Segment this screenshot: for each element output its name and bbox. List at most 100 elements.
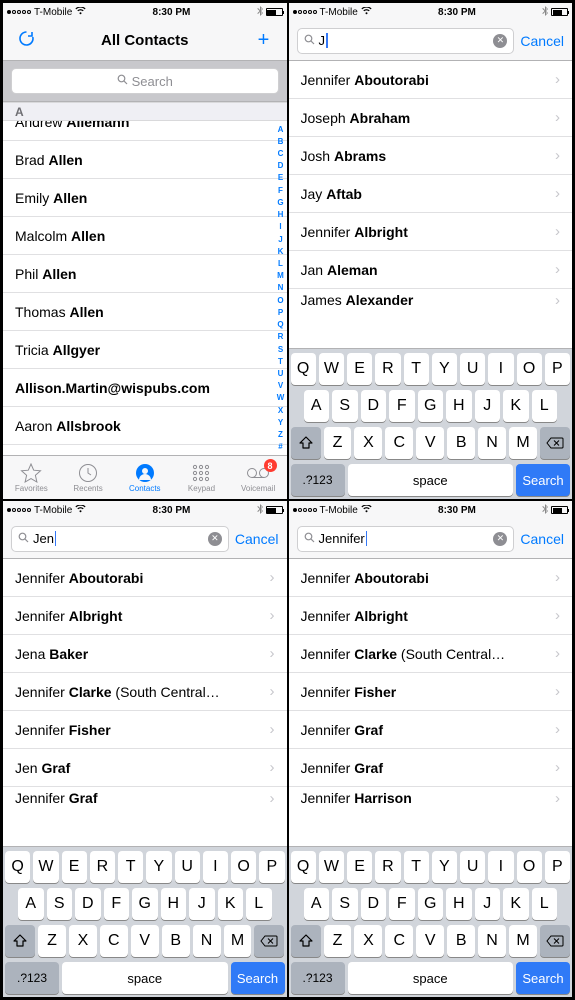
key-k[interactable]: K bbox=[503, 390, 529, 422]
key-o[interactable]: O bbox=[517, 851, 542, 883]
index-U[interactable]: U bbox=[276, 369, 286, 378]
contact-row[interactable]: Jennifer Fisher › bbox=[3, 711, 287, 749]
key-x[interactable]: X bbox=[69, 925, 97, 957]
contact-row[interactable]: Phil Allen bbox=[3, 255, 287, 293]
key-r[interactable]: R bbox=[375, 851, 400, 883]
key-space[interactable]: space bbox=[62, 962, 228, 994]
key-delete[interactable] bbox=[540, 925, 570, 957]
index-F[interactable]: F bbox=[276, 186, 286, 195]
cancel-button[interactable]: Cancel bbox=[520, 531, 564, 547]
index-Q[interactable]: Q bbox=[276, 320, 286, 329]
key-h[interactable]: H bbox=[161, 888, 187, 920]
tab-contacts[interactable]: Contacts bbox=[116, 456, 173, 499]
key-n[interactable]: N bbox=[478, 925, 506, 957]
contact-row[interactable]: Jennifer Harrison › bbox=[289, 787, 573, 809]
key-u[interactable]: U bbox=[460, 353, 485, 385]
key-q[interactable]: Q bbox=[5, 851, 30, 883]
key-b[interactable]: B bbox=[447, 427, 475, 459]
key-b[interactable]: B bbox=[447, 925, 475, 957]
contact-row[interactable]: Jennifer Albright › bbox=[289, 597, 573, 635]
key-o[interactable]: O bbox=[231, 851, 256, 883]
results-list[interactable]: Jennifer Aboutorabi › Joseph Abraham › J… bbox=[289, 61, 573, 348]
key-mode[interactable]: .?123 bbox=[291, 962, 345, 994]
key-search[interactable]: Search bbox=[516, 464, 570, 496]
key-l[interactable]: L bbox=[246, 888, 272, 920]
key-p[interactable]: P bbox=[545, 353, 570, 385]
clear-icon[interactable]: ✕ bbox=[493, 532, 507, 546]
key-m[interactable]: M bbox=[224, 925, 252, 957]
key-j[interactable]: J bbox=[189, 888, 215, 920]
contact-row[interactable]: Jay Aftab › bbox=[289, 175, 573, 213]
key-a[interactable]: A bbox=[304, 888, 330, 920]
tab-voicemail[interactable]: 8 Voicemail bbox=[230, 456, 287, 499]
contact-row[interactable]: Josh Abrams › bbox=[289, 137, 573, 175]
key-t[interactable]: T bbox=[118, 851, 143, 883]
key-c[interactable]: C bbox=[385, 925, 413, 957]
contact-row[interactable]: Jennifer Clarke (South Central… › bbox=[289, 635, 573, 673]
contact-row[interactable]: Aaron Allsbrook bbox=[3, 407, 287, 445]
index-O[interactable]: O bbox=[276, 296, 286, 305]
key-k[interactable]: K bbox=[503, 888, 529, 920]
key-n[interactable]: N bbox=[478, 427, 506, 459]
key-g[interactable]: G bbox=[132, 888, 158, 920]
contact-row[interactable]: Andrew Allemann bbox=[3, 121, 287, 141]
key-z[interactable]: Z bbox=[38, 925, 66, 957]
contact-row[interactable]: Brad Allen bbox=[3, 141, 287, 179]
key-z[interactable]: Z bbox=[324, 925, 352, 957]
clear-icon[interactable]: ✕ bbox=[493, 34, 507, 48]
key-s[interactable]: S bbox=[47, 888, 73, 920]
key-shift[interactable] bbox=[5, 925, 35, 957]
index-K[interactable]: K bbox=[276, 247, 286, 256]
key-q[interactable]: Q bbox=[291, 353, 316, 385]
contact-row[interactable]: Emily Allen bbox=[3, 179, 287, 217]
key-w[interactable]: W bbox=[319, 353, 344, 385]
key-space[interactable]: space bbox=[348, 962, 514, 994]
search-input[interactable]: Jen ✕ bbox=[11, 526, 229, 552]
search-input[interactable]: J ✕ bbox=[297, 28, 515, 54]
key-j[interactable]: J bbox=[475, 888, 501, 920]
key-v[interactable]: V bbox=[416, 925, 444, 957]
key-v[interactable]: V bbox=[131, 925, 159, 957]
contact-row[interactable]: James Alexander › bbox=[289, 289, 573, 311]
key-e[interactable]: E bbox=[347, 353, 372, 385]
key-n[interactable]: N bbox=[193, 925, 221, 957]
index-S[interactable]: S bbox=[276, 345, 286, 354]
key-mode[interactable]: .?123 bbox=[5, 962, 59, 994]
index-D[interactable]: D bbox=[276, 161, 286, 170]
contact-row[interactable]: Jen Graf › bbox=[3, 749, 287, 787]
key-w[interactable]: W bbox=[319, 851, 344, 883]
key-d[interactable]: D bbox=[361, 888, 387, 920]
cancel-button[interactable]: Cancel bbox=[235, 531, 279, 547]
key-f[interactable]: F bbox=[389, 390, 415, 422]
clear-icon[interactable]: ✕ bbox=[208, 532, 222, 546]
key-f[interactable]: F bbox=[389, 888, 415, 920]
index-H[interactable]: H bbox=[276, 210, 286, 219]
index-J[interactable]: J bbox=[276, 235, 286, 244]
index-X[interactable]: X bbox=[276, 406, 286, 415]
key-e[interactable]: E bbox=[62, 851, 87, 883]
contact-row[interactable]: Jennifer Aboutorabi › bbox=[3, 559, 287, 597]
key-shift[interactable] bbox=[291, 925, 321, 957]
index-L[interactable]: L bbox=[276, 259, 286, 268]
key-delete[interactable] bbox=[254, 925, 284, 957]
key-f[interactable]: F bbox=[104, 888, 130, 920]
key-g[interactable]: G bbox=[418, 888, 444, 920]
index-C[interactable]: C bbox=[276, 149, 286, 158]
key-a[interactable]: A bbox=[304, 390, 330, 422]
contact-row[interactable]: Jennifer Albright › bbox=[289, 213, 573, 251]
index-P[interactable]: P bbox=[276, 308, 286, 317]
contacts-list[interactable]: Andrew Allemann Brad Allen Emily Allen M… bbox=[3, 121, 287, 455]
key-i[interactable]: I bbox=[488, 851, 513, 883]
results-list[interactable]: Jennifer Aboutorabi › Jennifer Albright … bbox=[3, 559, 287, 846]
key-j[interactable]: J bbox=[475, 390, 501, 422]
key-w[interactable]: W bbox=[33, 851, 58, 883]
key-p[interactable]: P bbox=[259, 851, 284, 883]
contact-row[interactable]: Jena Baker › bbox=[3, 635, 287, 673]
index-Z[interactable]: Z bbox=[276, 430, 286, 439]
key-m[interactable]: M bbox=[509, 925, 537, 957]
key-u[interactable]: U bbox=[175, 851, 200, 883]
index-N[interactable]: N bbox=[276, 283, 286, 292]
contact-row[interactable]: Malcolm Allen bbox=[3, 217, 287, 255]
key-h[interactable]: H bbox=[446, 888, 472, 920]
index-E[interactable]: E bbox=[276, 173, 286, 182]
